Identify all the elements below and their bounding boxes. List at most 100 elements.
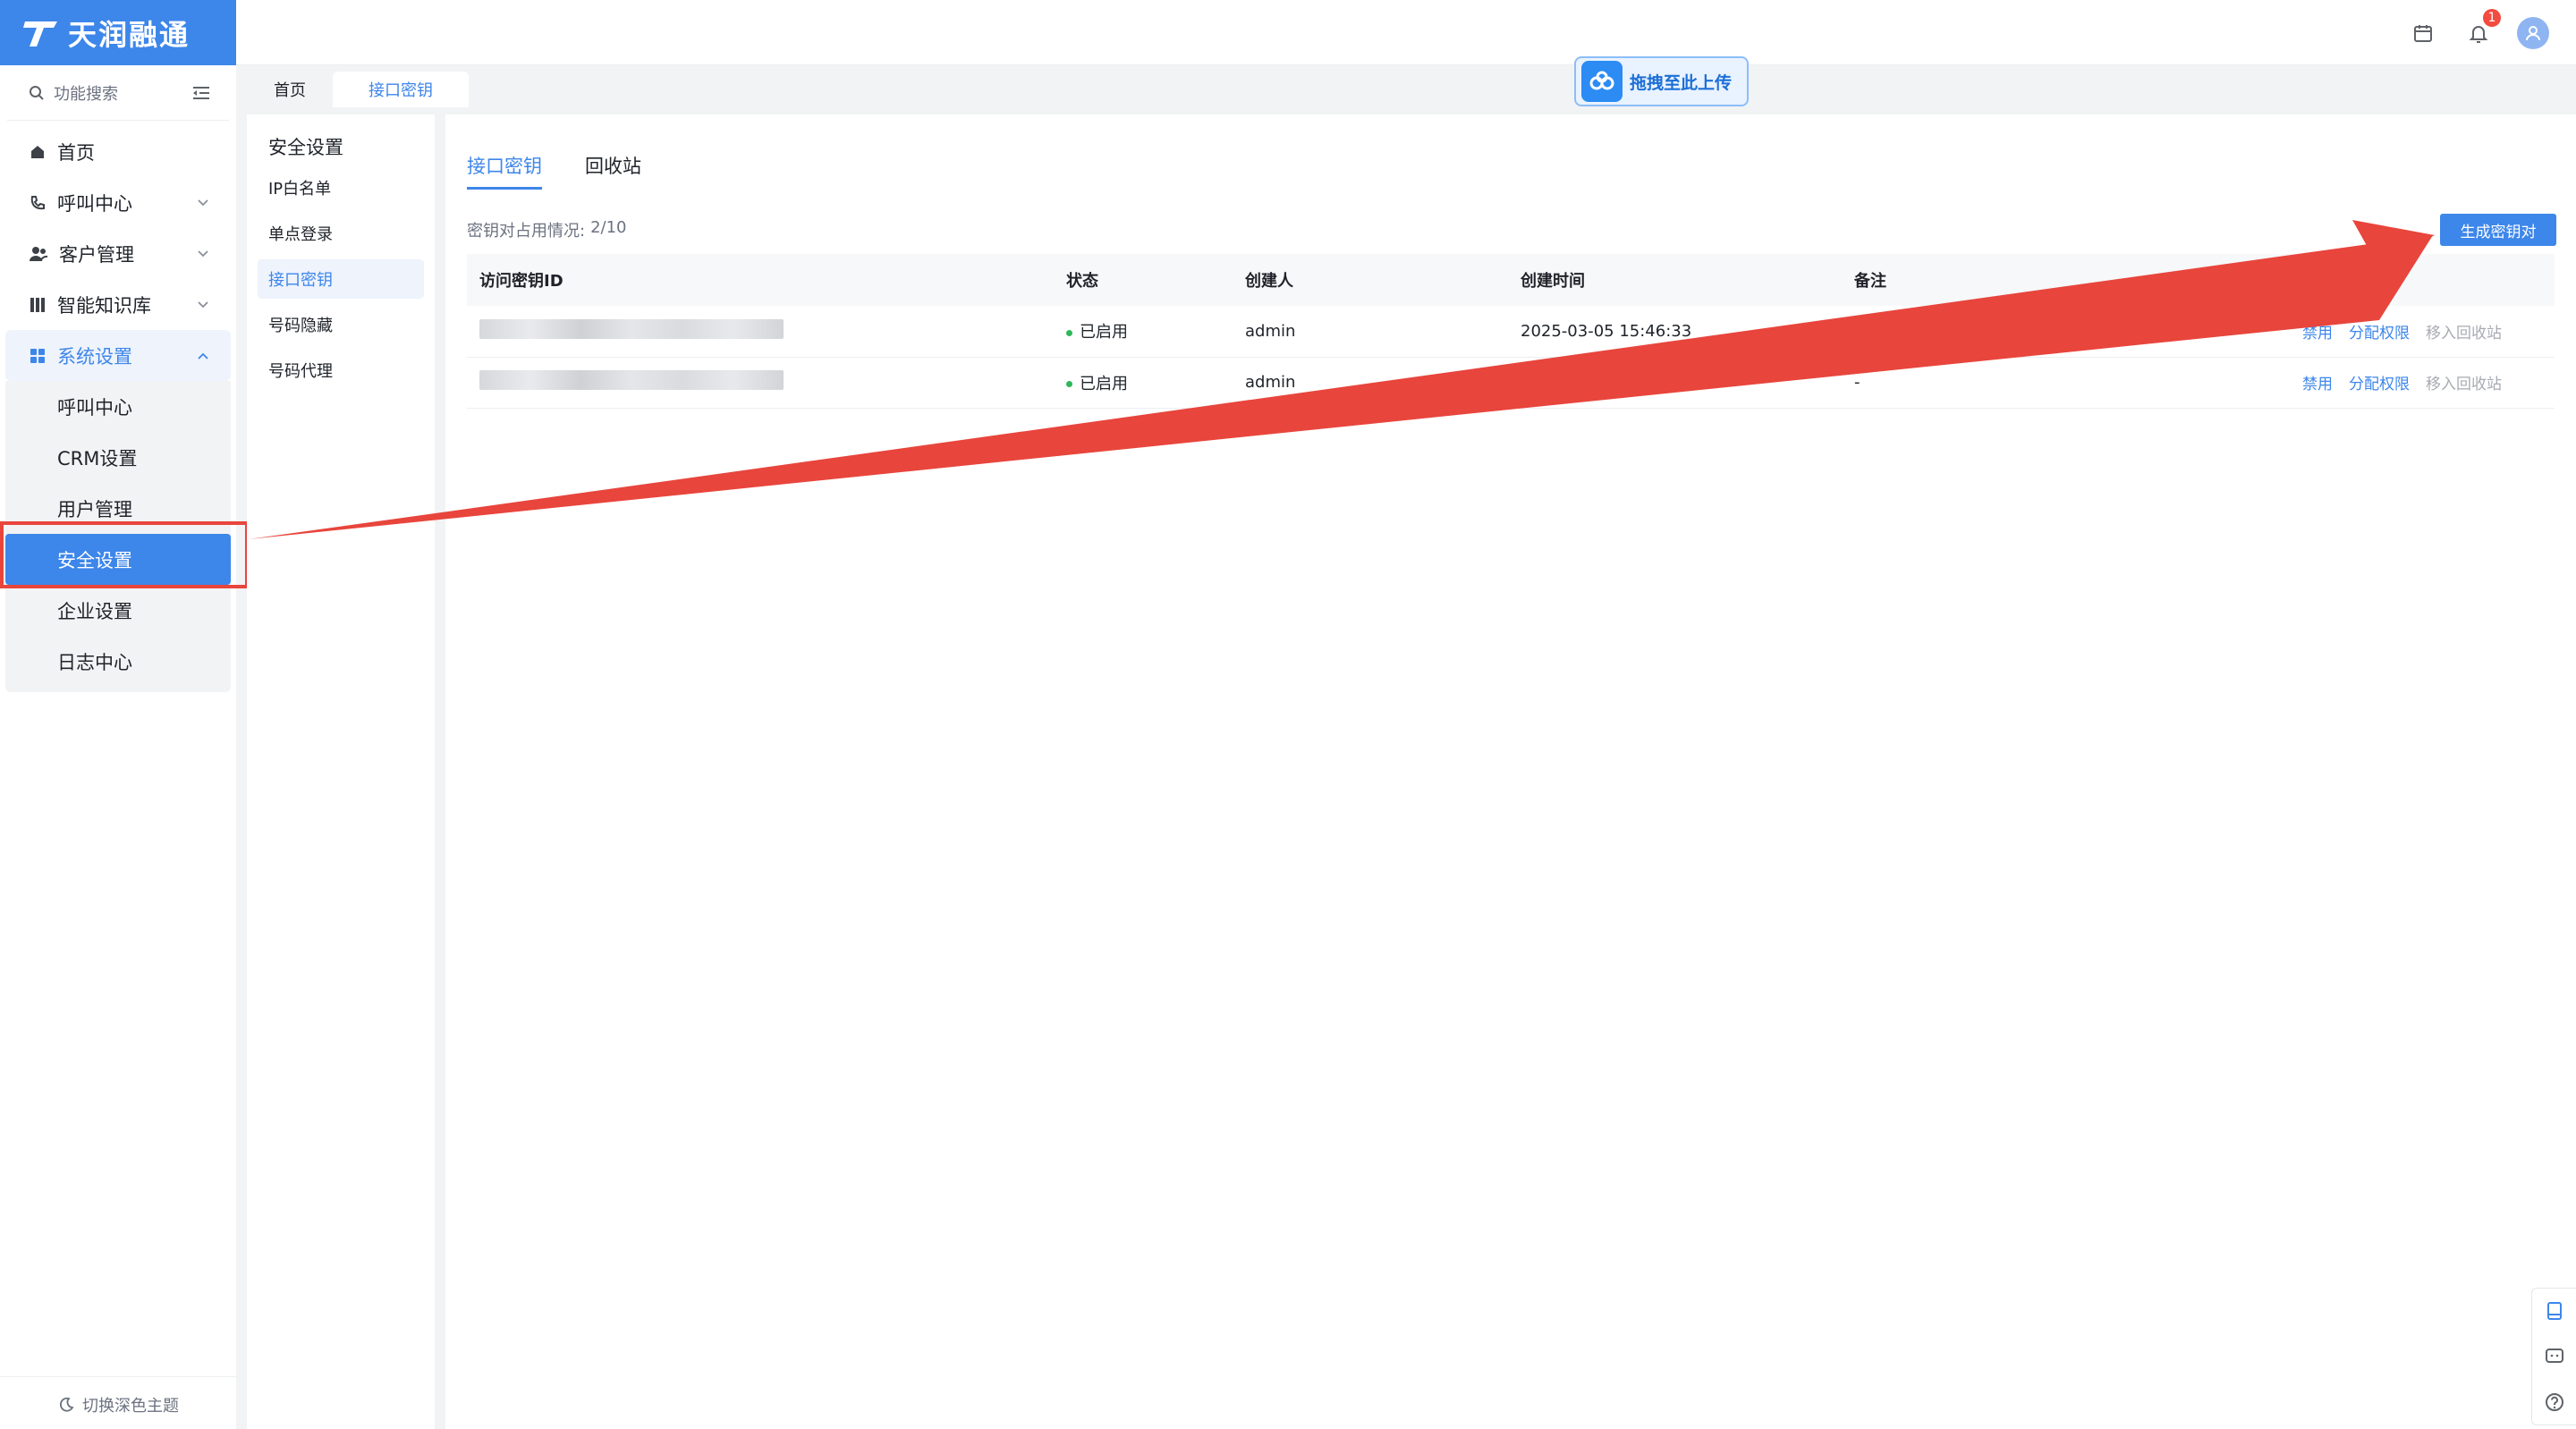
brand-name: 天润融通 (68, 17, 191, 52)
disable-link[interactable]: 禁用 (2302, 325, 2333, 342)
tab-api-keys[interactable]: 接口密钥 (333, 72, 469, 107)
chevron-down-icon (198, 199, 208, 206)
column-header-actions: 操作 (2290, 254, 2555, 306)
theme-toggle[interactable]: 切换深色主题 (0, 1376, 236, 1416)
column-header-created-time: 创建时间 (1508, 254, 1842, 306)
key-id-cell (467, 357, 1054, 409)
submenu-item-user-management[interactable]: 用户管理 (5, 483, 231, 534)
status-dot (1066, 381, 1072, 387)
key-id-cell (467, 306, 1054, 358)
notification-badge: 1 (2483, 9, 2501, 27)
sidebar-nav: 首页 呼叫中心 客户管理 智能知识库 系统设置 呼叫中心 CRM设置 用户管理 … (0, 121, 236, 692)
status-text: 已启用 (1080, 374, 1128, 393)
tab-api-keys-content[interactable]: 接口密钥 (467, 152, 542, 190)
submenu-item-call-center[interactable]: 呼叫中心 (5, 381, 231, 432)
collapse-menu-icon[interactable] (191, 85, 211, 101)
menu-item-number-masking[interactable]: 号码隐藏 (258, 305, 424, 344)
key-usage: 密钥对占用情况: 2/10 (467, 218, 627, 241)
move-to-recycle-link[interactable]: 移入回收站 (2426, 376, 2502, 393)
move-to-recycle-link[interactable]: 移入回收站 (2426, 325, 2502, 342)
page-tabs: 首页 接口密钥 (247, 72, 469, 107)
column-header-key-id: 访问密钥ID (467, 254, 1054, 306)
redacted-key-id (479, 370, 784, 390)
redacted-key-id (479, 318, 784, 339)
remark-cell: - (1842, 306, 2290, 358)
assign-permissions-link[interactable]: 分配权限 (2349, 376, 2410, 393)
search-icon (30, 85, 44, 100)
submenu-item-log-center[interactable]: 日志中心 (5, 636, 231, 687)
generate-keypair-button[interactable]: 生成密钥对 (2440, 214, 2556, 246)
status-text: 已启用 (1080, 323, 1128, 342)
menu-item-sso[interactable]: 单点登录 (258, 214, 424, 253)
column-header-status: 状态 (1054, 254, 1233, 306)
sidebar-item-home[interactable]: 首页 (5, 126, 231, 177)
notification-bell-icon[interactable]: 1 (2462, 9, 2501, 50)
assign-permissions-link[interactable]: 分配权限 (2349, 325, 2410, 342)
upload-label: 拖拽至此上传 (1630, 72, 1733, 93)
column-header-creator: 创建人 (1233, 254, 1508, 306)
sidebar-item-customer-management[interactable]: 客户管理 (5, 228, 231, 279)
submenu-item-enterprise-settings[interactable]: 企业设置 (5, 585, 231, 636)
system-settings-submenu: 呼叫中心 CRM设置 用户管理 安全设置 企业设置 日志中心 (5, 381, 231, 692)
header-actions: 1 (2406, 9, 2549, 50)
submenu-item-crm-settings[interactable]: CRM设置 (5, 432, 231, 483)
status-cell: 已启用 (1054, 306, 1233, 358)
main-panel: 接口密钥 回收站 密钥对占用情况: 2/10 生成密钥对 访问密钥ID 状态 创… (445, 114, 2576, 1429)
sidebar-item-label: 呼叫中心 (57, 192, 132, 215)
user-avatar[interactable] (2517, 17, 2549, 49)
upload-dropzone[interactable]: 拖拽至此上传 (1574, 56, 1749, 106)
floating-toolbar (2531, 1288, 2576, 1425)
phone-icon (30, 195, 45, 209)
moon-icon (59, 1397, 74, 1412)
created-time-cell: 2025-03-05 15:46:33 (1508, 306, 1842, 358)
created-time-cell: 2022-10-18 23:27:34 (1508, 357, 1842, 409)
actions-cell: 禁用 分配权限 移入回收站 (2290, 357, 2555, 409)
creator-cell: admin (1233, 306, 1508, 358)
logo-icon (23, 21, 57, 47)
cloud-upload-icon (1581, 61, 1623, 102)
security-settings-menu: 安全设置 IP白名单 单点登录 接口密钥 号码隐藏 号码代理 (247, 114, 435, 1429)
tab-home[interactable]: 首页 (247, 72, 333, 107)
table-header-row: 访问密钥ID 状态 创建人 创建时间 备注 操作 (467, 254, 2555, 306)
dashboard-icon (30, 348, 45, 363)
sidebar-item-label: 智能知识库 (57, 294, 151, 317)
key-usage-value: 2/10 (590, 218, 627, 237)
users-icon (30, 246, 48, 261)
brand-logo[interactable]: 天润融通 (0, 0, 236, 65)
sidebar: 功能搜索 首页 呼叫中心 客户管理 智能知识库 系统设置 呼叫中心 CRM设置 … (0, 65, 236, 1429)
key-usage-label: 密钥对占用情况: (467, 222, 586, 241)
chat-icon[interactable] (2545, 1347, 2564, 1366)
search-placeholder: 功能搜索 (54, 84, 118, 104)
sidebar-item-knowledge-base[interactable]: 智能知识库 (5, 279, 231, 330)
calendar-icon[interactable] (2406, 16, 2440, 50)
sidebar-item-label: 首页 (57, 141, 95, 164)
content-tabs: 接口密钥 回收站 (467, 152, 641, 190)
book-icon[interactable] (2545, 1301, 2564, 1321)
menu-item-ip-whitelist[interactable]: IP白名单 (258, 168, 424, 207)
api-keys-table: 访问密钥ID 状态 创建人 创建时间 备注 操作 已启用 admin 2025-… (467, 254, 2555, 409)
grid-icon (30, 297, 45, 312)
status-dot (1066, 329, 1072, 336)
tab-recycle-bin[interactable]: 回收站 (585, 152, 641, 190)
chevron-down-icon (198, 300, 208, 308)
sidebar-item-system-settings[interactable]: 系统设置 (5, 330, 231, 381)
function-search[interactable]: 功能搜索 (7, 65, 229, 121)
actions-cell: 禁用 分配权限 移入回收站 (2290, 306, 2555, 358)
chevron-up-icon (198, 352, 208, 359)
creator-cell: admin (1233, 357, 1508, 409)
status-cell: 已启用 (1054, 357, 1233, 409)
disable-link[interactable]: 禁用 (2302, 376, 2333, 393)
menu-item-api-keys[interactable]: 接口密钥 (258, 259, 424, 299)
sidebar-item-call-center[interactable]: 呼叫中心 (5, 177, 231, 228)
top-bar: 天润融通 1 (0, 0, 2576, 65)
sidebar-item-label: 客户管理 (59, 243, 134, 266)
secondary-menu-title: 安全设置 (268, 137, 343, 158)
help-icon[interactable] (2545, 1392, 2564, 1412)
column-header-remark: 备注 (1842, 254, 2290, 306)
theme-toggle-label: 切换深色主题 (82, 1397, 179, 1416)
home-icon (31, 145, 44, 158)
submenu-item-security-settings[interactable]: 安全设置 (5, 534, 231, 585)
remark-cell: - (1842, 357, 2290, 409)
menu-item-number-proxy[interactable]: 号码代理 (258, 351, 424, 390)
table-row: 已启用 admin 2025-03-05 15:46:33 - 禁用 分配权限 移入… (467, 306, 2555, 358)
